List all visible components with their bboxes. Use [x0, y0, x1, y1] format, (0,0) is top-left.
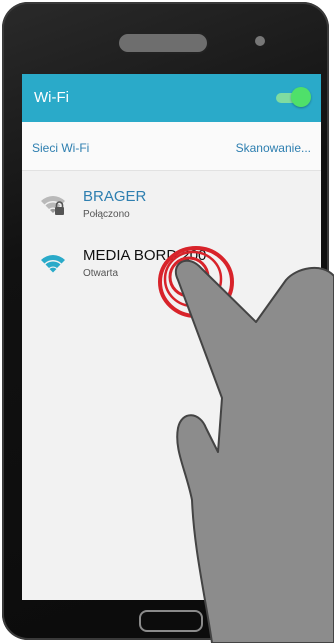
section-header: Sieci Wi-Fi Skanowanie...: [22, 122, 321, 171]
phone-screen: Wi-Fi Sieci Wi-Fi Skanowanie... BRAGER P…: [22, 74, 321, 600]
app-bar: Wi-Fi: [22, 74, 321, 122]
network-row-media-bord[interactable]: MEDIA BORD 200 Otwarta: [22, 237, 321, 292]
scan-button[interactable]: Skanowanie...: [236, 141, 311, 155]
wifi-icon: [41, 255, 65, 273]
section-title: Sieci Wi-Fi: [32, 141, 90, 155]
toggle-thumb: [291, 87, 311, 107]
network-row-brager[interactable]: BRAGER Połączono: [22, 178, 321, 233]
wifi-lock-icon: [41, 196, 65, 215]
speaker-grille: [117, 32, 209, 54]
phone-frame: Wi-Fi Sieci Wi-Fi Skanowanie... BRAGER P…: [2, 2, 329, 640]
network-name: MEDIA BORD 200: [83, 247, 207, 264]
network-name: BRAGER: [83, 188, 147, 205]
page-title: Wi-Fi: [34, 89, 69, 106]
network-status: Połączono: [83, 209, 130, 220]
front-camera: [255, 36, 265, 46]
home-button[interactable]: [139, 610, 203, 632]
network-status: Otwarta: [83, 268, 119, 279]
